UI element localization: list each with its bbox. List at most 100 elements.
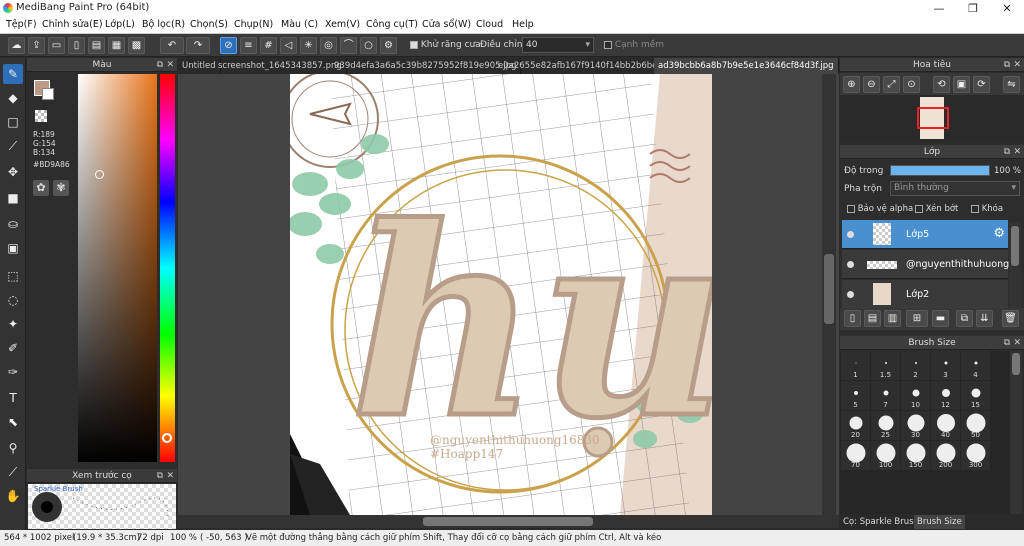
rectangle-tool-icon[interactable]: □ [3, 112, 23, 132]
operation-tool-icon[interactable]: ⬉ [3, 412, 23, 432]
tab-brush-size[interactable]: Brush Size [914, 515, 965, 529]
brush-size-scrollbar[interactable] [1010, 351, 1022, 514]
visibility-eye-icon[interactable] [847, 291, 854, 298]
brush-size-cell[interactable]: 300 [961, 441, 990, 470]
maximize-button[interactable]: ❐ [956, 0, 990, 17]
menu-help[interactable]: Help [512, 19, 534, 30]
navigator-viewport[interactable] [917, 107, 949, 129]
soft-edge-checkbox[interactable] [604, 40, 612, 49]
layer-list-scrollbar-thumb[interactable] [1011, 226, 1019, 266]
select-pen-tool-icon[interactable]: ✐ [3, 338, 23, 358]
brush-size-cell[interactable]: 3 [931, 351, 960, 380]
horizontal-scrollbar-thumb[interactable] [423, 517, 593, 526]
adjust-select[interactable]: 40 ▾ [522, 37, 594, 53]
vertical-scrollbar[interactable] [822, 74, 836, 515]
duplicate-layer-icon[interactable]: ⧉ [956, 310, 973, 327]
divide-tool-icon[interactable]: ⟋ [3, 462, 23, 482]
grid-icon[interactable]: ▩ [128, 37, 145, 54]
move-tool-icon[interactable]: ✥ [3, 162, 23, 182]
menu-view[interactable]: Xem(V) [325, 19, 360, 30]
brush-size-cell[interactable]: 200 [931, 441, 960, 470]
antialias-checkbox[interactable] [410, 40, 418, 49]
menu-file[interactable]: Tệp(F) [6, 19, 37, 30]
brush-size-cell[interactable]: 1.5 [871, 351, 900, 380]
menu-tools[interactable]: Công cụ(T) [366, 19, 418, 30]
close-icon[interactable]: ✕ [166, 469, 174, 483]
actual-size-icon[interactable]: ⊙ [903, 76, 920, 93]
menu-layer[interactable]: Lớp(L) [105, 19, 135, 30]
zoom-out-icon[interactable]: ⊖ [863, 76, 880, 93]
background-color-swatch[interactable] [42, 88, 54, 100]
upload-icon[interactable]: ⇪ [28, 37, 45, 54]
snap-settings-icon[interactable]: ⚙ [380, 37, 397, 54]
layers-icon[interactable]: ▦ [108, 37, 125, 54]
snap-off-icon[interactable]: ⊘ [220, 37, 237, 54]
palette-add-icon[interactable]: ✾ [53, 180, 69, 196]
layer-row[interactable]: Lớp2 [842, 280, 1008, 309]
hue-slider-handle[interactable] [162, 433, 172, 443]
saturation-value-picker[interactable] [78, 74, 157, 462]
hue-slider[interactable] [160, 74, 175, 462]
new-folder-icon[interactable]: ▬ [932, 310, 949, 327]
menu-window[interactable]: Cửa sổ(W) [422, 19, 471, 30]
new-file-icon[interactable]: ▯ [68, 37, 85, 54]
brush-size-cell[interactable]: 7 [871, 381, 900, 410]
hand-tool-icon[interactable]: ✋ [3, 486, 23, 506]
brush-size-cell[interactable]: 1 [841, 351, 870, 380]
close-icon[interactable]: ✕ [1013, 58, 1021, 72]
brush-size-cell[interactable]: 20 [841, 411, 870, 440]
eyedropper-tool-icon[interactable]: ⚲ [3, 438, 23, 458]
merge-down-icon[interactable]: ⇊ [976, 310, 993, 327]
reset-view-icon[interactable]: ▣ [953, 76, 970, 93]
close-icon[interactable]: ✕ [166, 58, 174, 72]
tab-screenshot[interactable]: screenshot_1645343857.png [214, 58, 347, 74]
save-icon[interactable]: ▤ [88, 37, 105, 54]
transparent-color-swatch[interactable] [35, 110, 47, 122]
zoom-in-icon[interactable]: ⊕ [843, 76, 860, 93]
new-halftone-layer-icon[interactable]: ▤ [864, 310, 881, 327]
menu-filter[interactable]: Bộ lọc(R) [142, 19, 185, 30]
undock-icon[interactable]: ⧉ [1004, 336, 1010, 350]
fit-icon[interactable]: ⤢ [883, 76, 900, 93]
rotate-left-icon[interactable]: ⟲ [933, 76, 950, 93]
gradient-tool-icon[interactable]: ▣ [3, 238, 23, 258]
brush-size-cell[interactable]: 2 [901, 351, 930, 380]
menu-snap[interactable]: Chụp(N) [234, 19, 273, 30]
menu-color[interactable]: Màu (C) [281, 19, 318, 30]
close-icon[interactable]: ✕ [1013, 145, 1021, 159]
snap-curve-icon[interactable]: ⌒ [340, 37, 357, 54]
undock-icon[interactable]: ⧉ [1004, 145, 1010, 159]
brush-size-cell[interactable]: 12 [931, 381, 960, 410]
tab-image-3[interactable]: ad39bcbb6a8b7b9e5e1e3646cf84d3f.jpg [654, 58, 839, 74]
delete-layer-icon[interactable]: 🗑 [1002, 310, 1019, 327]
snap-circle-icon[interactable]: ◎ [320, 37, 337, 54]
lock-checkbox[interactable] [971, 204, 979, 213]
visibility-eye-icon[interactable] [847, 231, 854, 238]
blend-mode-select[interactable]: Bình thường ▾ [890, 181, 1020, 196]
select-eraser-tool-icon[interactable]: ✑ [3, 362, 23, 382]
brush-size-cell[interactable]: 10 [901, 381, 930, 410]
cloud-icon[interactable]: ☁ [8, 37, 25, 54]
undo-icon[interactable]: ↶ [160, 37, 184, 54]
eraser-tool-icon[interactable]: ◆ [3, 88, 23, 108]
sv-picker-cursor[interactable] [95, 170, 104, 179]
bucket-tool-icon[interactable]: ⛀ [3, 214, 23, 234]
flip-icon[interactable]: ⇋ [1003, 76, 1020, 93]
close-button[interactable]: ✕ [990, 0, 1024, 17]
comment-icon[interactable]: ▭ [48, 37, 65, 54]
line-tool-icon[interactable]: ⟋ [3, 136, 23, 156]
snap-grid-icon[interactable]: # [260, 37, 277, 54]
close-icon[interactable]: ✕ [1013, 336, 1021, 350]
snap-radial-icon[interactable]: ✳ [300, 37, 317, 54]
tab-brush[interactable]: Cọ: Sparkle Brush [843, 517, 919, 527]
brush-tool-icon[interactable]: ✎ [3, 64, 23, 84]
brush-size-cell[interactable]: 4 [961, 351, 990, 380]
brush-size-scrollbar-thumb[interactable] [1012, 353, 1020, 375]
undock-icon[interactable]: ⧉ [157, 58, 163, 72]
fill-rect-tool-icon[interactable]: ■ [3, 188, 23, 208]
menu-edit[interactable]: Chỉnh sửa(E) [42, 19, 103, 30]
vertical-scrollbar-thumb[interactable] [824, 254, 834, 324]
horizontal-scrollbar[interactable] [178, 515, 839, 528]
menu-select[interactable]: Chọn(S) [190, 19, 228, 30]
brush-size-cell[interactable]: 40 [931, 411, 960, 440]
